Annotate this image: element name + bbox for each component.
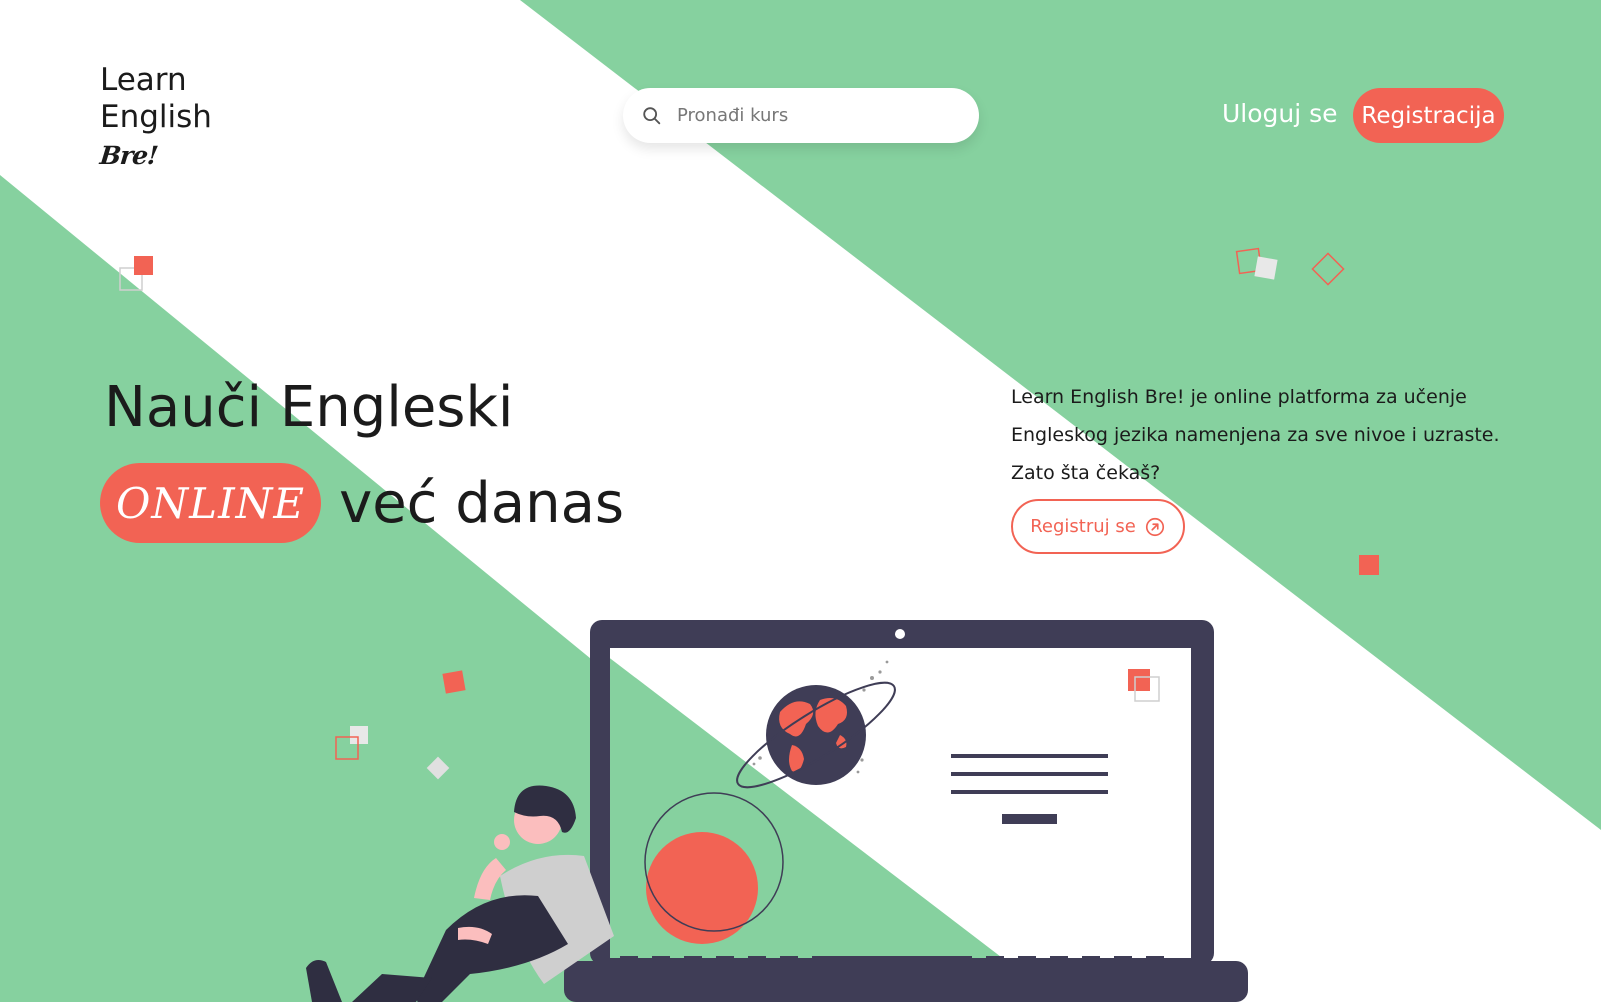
online-highlight-badge: ONLINE — [100, 463, 322, 543]
hero-title-rest: već danas — [339, 470, 625, 536]
webcam — [895, 629, 905, 639]
search-input[interactable] — [675, 104, 949, 127]
logo-word-english: English — [100, 99, 212, 135]
login-link[interactable]: Uloguj se — [1222, 99, 1338, 128]
register-cta-label: Registruj se — [1030, 516, 1136, 537]
course-search-bar[interactable] — [623, 88, 979, 143]
globe — [766, 685, 866, 785]
search-icon — [643, 106, 661, 124]
logo-word-learn: Learn — [100, 62, 187, 98]
hero-title-line1: Nauči Engleski — [104, 375, 514, 440]
arrow-up-right-circle-icon — [1145, 517, 1164, 536]
coral-circle — [646, 832, 758, 944]
intro-description: Learn English Bre! je online platforma z… — [1011, 386, 1500, 484]
hero-headline: Nauči Engleski ONLINE već danas — [100, 375, 625, 543]
register-cta-button[interactable]: Registruj se — [1011, 499, 1185, 554]
laptop-base — [564, 961, 1248, 1002]
logo-word-bre: Bre! — [98, 141, 159, 170]
site-logo[interactable]: Learn English Bre! — [98, 62, 212, 174]
register-button[interactable]: Registracija — [1353, 88, 1504, 143]
